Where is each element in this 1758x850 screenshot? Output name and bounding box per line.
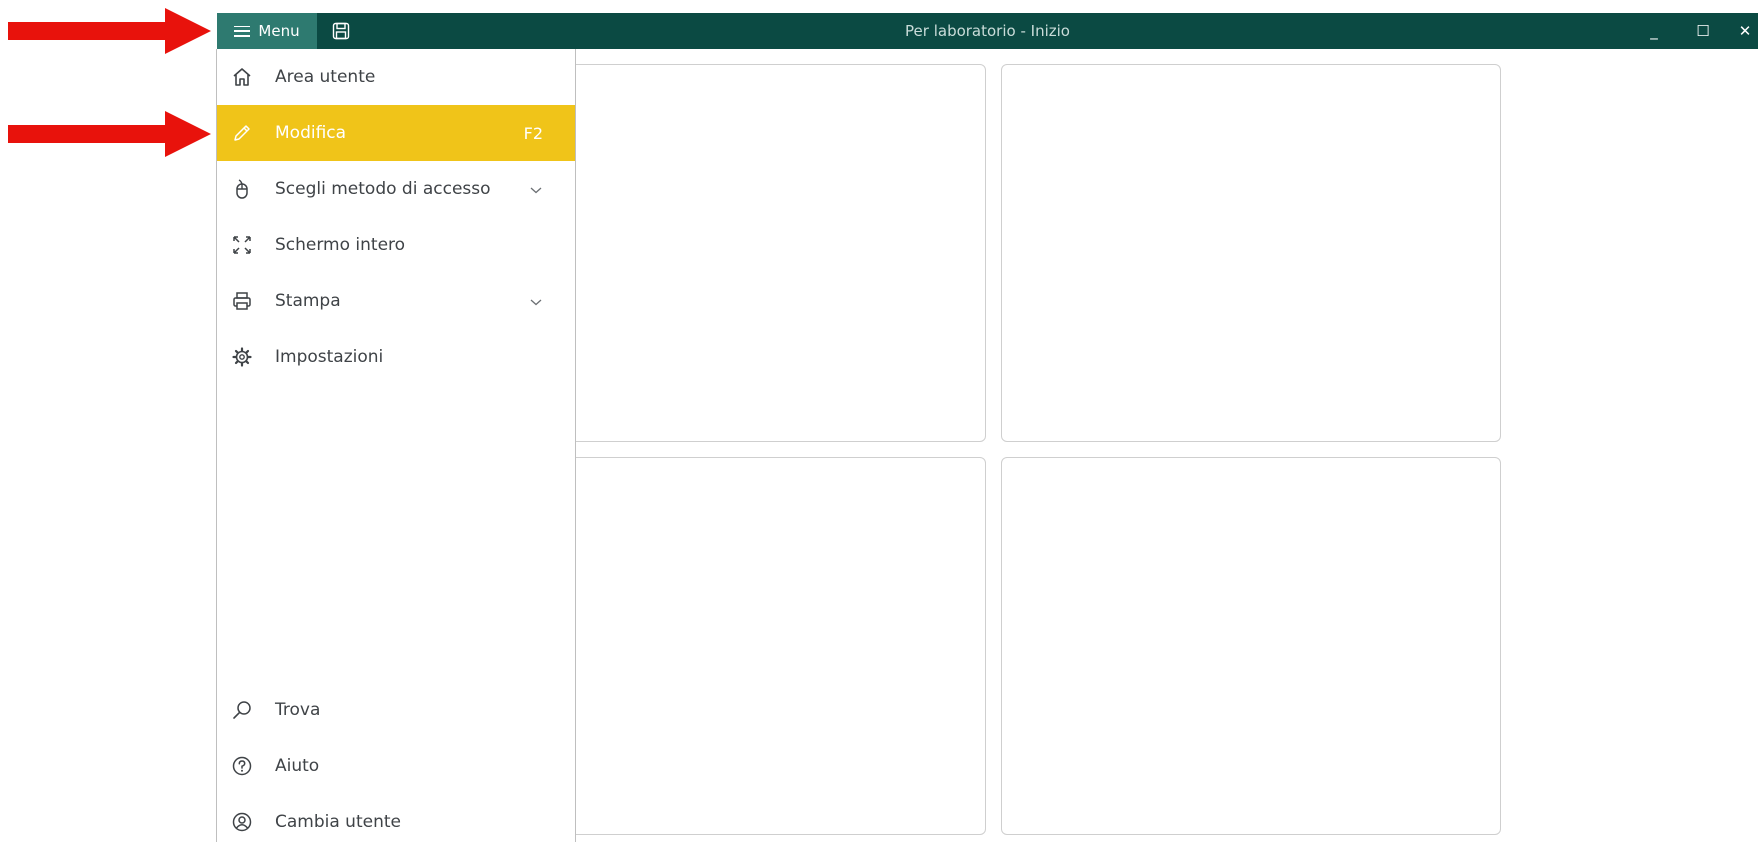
menu-item-aiuto[interactable]: Aiuto <box>217 738 575 794</box>
annotation-arrow-menu <box>8 8 211 54</box>
menu-button[interactable]: Menu <box>217 13 317 49</box>
help-icon <box>229 753 255 779</box>
shortcut-label: F2 <box>523 123 543 143</box>
main-menu-dropdown: Area utente Modifica F2 Scegli metodo di… <box>216 49 576 842</box>
search-icon <box>229 697 255 723</box>
menu-item-schermo-intero[interactable]: Schermo intero <box>217 217 575 273</box>
chevron-down-icon[interactable] <box>529 292 543 311</box>
menu-item-label: Impostazioni <box>275 347 384 367</box>
pencil-icon <box>229 120 255 146</box>
menu-item-label: Area utente <box>275 67 376 87</box>
hamburger-icon <box>234 25 251 37</box>
menu-item-area-utente[interactable]: Area utente <box>217 49 575 105</box>
menu-item-stampa[interactable]: Stampa <box>217 273 575 329</box>
menu-item-scegli-metodo[interactable]: Scegli metodo di accesso <box>217 161 575 217</box>
menu-item-label: Trova <box>275 700 321 720</box>
menu-button-label: Menu <box>258 22 300 40</box>
close-button[interactable]: ✕ <box>1732 13 1758 49</box>
menu-item-modifica[interactable]: Modifica F2 <box>217 105 575 161</box>
minimize-button[interactable]: _ <box>1634 13 1674 49</box>
dashboard-panel-3 <box>560 457 986 835</box>
fullscreen-icon <box>229 232 255 258</box>
menu-item-label: Cambia utente <box>275 812 401 832</box>
menu-item-label: Schermo intero <box>275 235 406 255</box>
home-icon <box>229 64 255 90</box>
menu-item-label: Scegli metodo di accesso <box>275 179 491 199</box>
menu-item-label: Stampa <box>275 291 341 311</box>
printer-icon <box>229 288 255 314</box>
chevron-down-icon[interactable] <box>529 180 543 199</box>
dashboard-panel-4 <box>1001 457 1501 835</box>
title-bar: Menu Per laboratorio - Inizio _ ☐ ✕ <box>217 13 1758 49</box>
dashboard-panel-1 <box>560 64 986 442</box>
dashboard-panel-2 <box>1001 64 1501 442</box>
menu-item-label: Modifica <box>275 123 347 143</box>
window-title: Per laboratorio - Inizio <box>905 22 1070 40</box>
gear-icon <box>229 344 255 370</box>
save-icon[interactable] <box>331 21 351 41</box>
menu-item-trova[interactable]: Trova <box>217 682 575 738</box>
menu-item-impostazioni[interactable]: Impostazioni <box>217 329 575 385</box>
maximize-button[interactable]: ☐ <box>1683 13 1723 49</box>
menu-item-label: Aiuto <box>275 756 320 776</box>
annotation-arrow-modifica <box>8 111 211 157</box>
mouse-icon <box>229 176 255 202</box>
user-circle-icon <box>229 809 255 835</box>
